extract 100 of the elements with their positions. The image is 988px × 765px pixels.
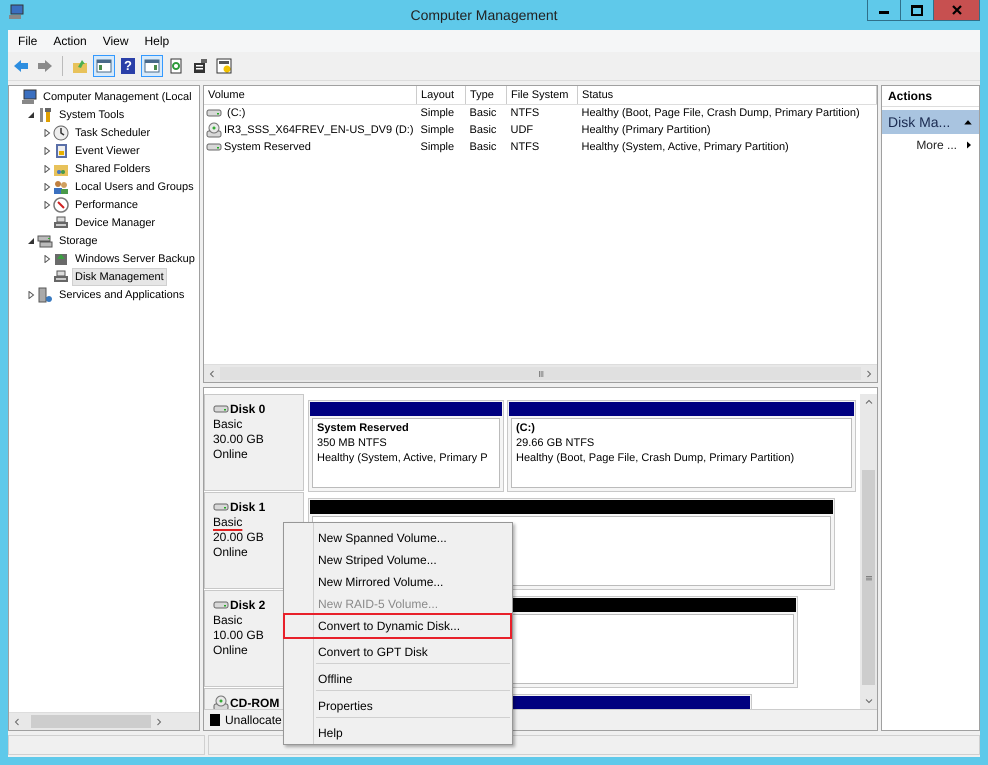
column-header[interactable]: Type (466, 86, 506, 104)
disk-label-panel[interactable]: Disk 0 Basic 30.00 GB Online (204, 394, 304, 491)
gauge-icon (53, 197, 69, 213)
disk-type: Basic (213, 417, 244, 432)
scroll-right-icon[interactable] (155, 718, 163, 726)
computer-icon (8, 4, 24, 20)
disk-size: 10.00 GB (213, 628, 265, 643)
toolbar-button[interactable] (141, 55, 163, 77)
column-header[interactable]: Status (578, 86, 876, 104)
actions-header: Actions (882, 86, 979, 107)
computer-icon (21, 89, 37, 105)
disk-type: Basic (213, 613, 244, 628)
pane-icon (96, 58, 112, 74)
table-cell: System Reserved (224, 140, 311, 153)
server-icon (37, 287, 53, 303)
table-cell: IR3_SSS_X64FREV_EN-US_DV9 (D:) (224, 124, 414, 136)
disk-size: 30.00 GB (213, 432, 265, 447)
tree-item[interactable]: Disk Management (72, 268, 167, 286)
scroll-thumb[interactable] (31, 715, 151, 728)
partition-name: (C:) (516, 421, 536, 436)
clock-icon (53, 125, 69, 141)
expand-arrow-icon[interactable] (43, 183, 51, 191)
printer-icon (53, 215, 69, 231)
vertical-scrollbar[interactable] (860, 394, 877, 709)
column-header[interactable]: Layout (416, 86, 466, 104)
toolbar-button[interactable] (93, 55, 115, 77)
column-header[interactable]: Volume (204, 86, 416, 104)
menu-item[interactable]: Action (45, 34, 95, 48)
expand-arrow-icon[interactable] (43, 165, 51, 173)
scroll-down-icon[interactable] (864, 697, 872, 705)
tree-item[interactable]: Computer Management (Local (40, 88, 195, 106)
section-title: Disk Ma... (888, 114, 950, 130)
disc-drive-icon (206, 122, 222, 138)
scroll-left-icon[interactable] (13, 718, 21, 726)
table-cell-text: Basic (468, 123, 498, 138)
backup-icon (53, 251, 69, 267)
back-arrow-icon (13, 58, 29, 74)
menu-item[interactable]: Help (283, 720, 512, 742)
properties-icon (192, 58, 208, 74)
users-icon (53, 179, 69, 195)
table-cell-text: NTFS (510, 140, 540, 155)
menu-item[interactable]: Help (136, 34, 178, 48)
book-icon (53, 143, 69, 159)
table-cell-text: (C:) (226, 107, 246, 120)
table-cell: NTFS (506, 104, 578, 122)
expand-arrow-icon[interactable] (43, 147, 51, 155)
close-icon (952, 5, 962, 15)
tools-icon (37, 107, 53, 123)
collapse-arrow-icon[interactable] (27, 111, 35, 119)
table-cell: Simple (416, 104, 466, 122)
partition-size: 350 MB NTFS (317, 436, 388, 451)
tree-item[interactable]: System Tools (56, 106, 128, 124)
toolbar-button[interactable]: ? (117, 55, 139, 77)
disk-status: Online (213, 447, 249, 462)
disk-name: CD-ROM (230, 696, 280, 709)
disk-type: Basic (213, 515, 244, 530)
expand-arrow-icon[interactable] (27, 291, 35, 299)
forward-arrow-icon (37, 58, 53, 74)
partition-status: Healthy (System, Active, Primary P (317, 451, 489, 466)
tree-item[interactable]: Storage (56, 232, 101, 250)
scroll-left-icon[interactable] (208, 370, 216, 378)
menu-item[interactable]: View (94, 34, 136, 48)
more-link[interactable]: More ... (882, 134, 979, 152)
tree-item[interactable]: Device Manager (72, 214, 158, 232)
partition-status: Healthy (Boot, Page File, Crash Dump, Primary Partition) (516, 451, 796, 466)
scroll-thumb[interactable] (220, 367, 861, 380)
tree-item[interactable]: Windows Server Backup (72, 250, 198, 268)
scroll-up-icon[interactable] (864, 398, 872, 406)
table-cell-text: Healthy (Primary Partition) (580, 123, 712, 138)
expand-arrow-icon[interactable] (43, 255, 51, 263)
scroll-thumb[interactable] (862, 470, 875, 685)
tree-item[interactable]: Performance (72, 196, 141, 214)
actions-section[interactable]: Disk Ma... (882, 110, 979, 134)
printer-icon (53, 269, 69, 285)
table-cell-text: Basic (468, 140, 498, 155)
collapse-arrow-icon[interactable] (27, 237, 35, 245)
menu-item[interactable]: Convert to Dynamic Disk... (283, 613, 512, 639)
partition-block[interactable]: (C:) 29.66 GB NTFS Healthy (Boot, Page File, Crash Dump, Primary Partition) (507, 400, 856, 492)
expand-arrow-icon[interactable] (43, 129, 51, 137)
horizontal-scrollbar[interactable] (9, 712, 199, 730)
disk-status: Online (213, 643, 249, 658)
table-cell: Healthy (Boot, Page File, Crash Dump, Primary Partition) (578, 104, 876, 122)
tree-item[interactable]: Local Users and Groups (72, 178, 197, 196)
report-icon (216, 58, 232, 74)
refresh-icon (168, 58, 184, 74)
tree-item[interactable]: Event Viewer (72, 142, 143, 160)
grip-icon (536, 370, 544, 378)
partition-block[interactable]: System Reserved 350 MB NTFS Healthy (System, Active, Primary P (308, 400, 504, 492)
tree-item[interactable]: Task Scheduler (72, 124, 154, 142)
grip-icon (864, 574, 872, 582)
menu-item[interactable]: File (10, 34, 46, 48)
scroll-right-icon[interactable] (865, 370, 873, 378)
expand-arrow-icon[interactable] (43, 201, 51, 209)
tree-item[interactable]: Shared Folders (72, 160, 154, 178)
close-button[interactable] (933, 0, 979, 20)
legend-label: Unallocate (225, 713, 282, 727)
tree-item[interactable]: Services and Applications (56, 286, 188, 304)
column-header[interactable]: File System (506, 86, 578, 104)
horizontal-scrollbar[interactable] (204, 364, 877, 382)
disk-size: 20.00 GB (213, 530, 265, 545)
